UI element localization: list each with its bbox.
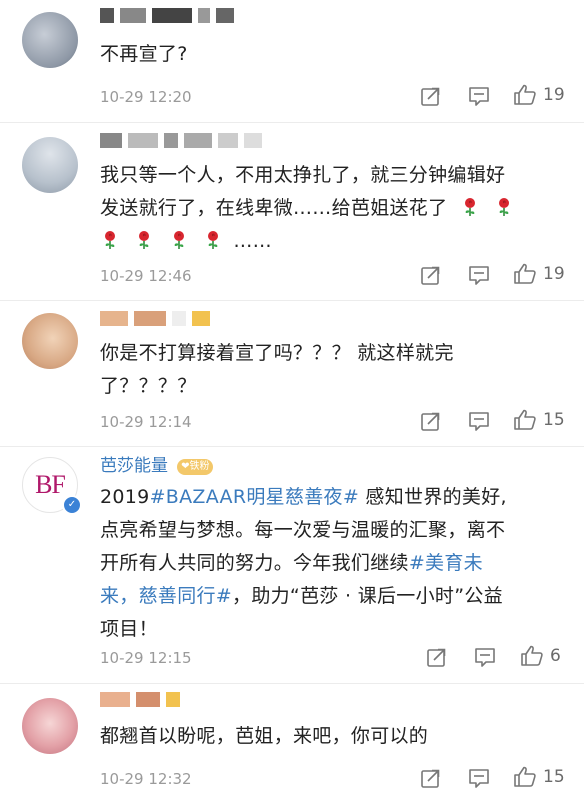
like-icon [513, 408, 537, 432]
hashtag-link[interactable]: 来，慈善同行# [100, 585, 232, 607]
fan-badge: ❤铁粉 [177, 458, 214, 475]
comment-button[interactable] [474, 646, 496, 668]
avatar[interactable] [22, 313, 78, 369]
comment-icon [468, 264, 490, 286]
comment-button[interactable] [468, 767, 490, 789]
brand-logo: BF [35, 470, 66, 499]
share-button[interactable] [420, 410, 442, 432]
like-icon [513, 83, 537, 107]
comment-text: 2019#BAZAAR明星慈善夜# 感知世界的美好, 点亮希望与梦想。每一次爱与… [100, 486, 507, 640]
author-row: 芭莎能量 ❤铁粉 [100, 451, 214, 476]
like-button[interactable]: 6 [520, 644, 561, 668]
comment-button[interactable] [468, 264, 490, 286]
like-button[interactable]: 19 [513, 83, 565, 107]
comment-icon [468, 767, 490, 789]
like-button[interactable]: 15 [513, 765, 565, 789]
comment-text: 我只等一个人，不用太挣扎了，就三分钟编辑好 发送就行了，在线卑微……给芭姐送花了… [100, 159, 568, 258]
like-icon [520, 644, 544, 668]
comment-text: 你是不打算接着宣了吗？？？ 就这样就完 了？？？？ [100, 342, 454, 397]
username-redacted[interactable] [100, 133, 262, 148]
comment-button[interactable] [468, 410, 490, 432]
rose-icon [134, 230, 154, 250]
comment-timestamp: 10-29 12:14 [100, 413, 192, 431]
comment-text: 都翘首以盼呢，芭姐，来吧，你可以的 [100, 725, 429, 747]
comment-timestamp: 10-29 12:32 [100, 770, 192, 788]
avatar[interactable] [22, 698, 78, 754]
avatar[interactable] [22, 12, 78, 68]
like-icon [513, 765, 537, 789]
share-button[interactable] [420, 264, 442, 286]
username-redacted[interactable] [100, 311, 210, 326]
rose-icon [460, 197, 480, 217]
like-count: 15 [543, 767, 565, 787]
comment-item: 不再宣了? 10-29 12:20 19 [0, 0, 584, 123]
username-redacted[interactable] [100, 692, 180, 707]
avatar[interactable] [22, 137, 78, 193]
comment-icon [474, 646, 496, 668]
share-icon [420, 410, 442, 432]
comment-item: 我只等一个人，不用太挣扎了，就三分钟编辑好 发送就行了，在线卑微……给芭姐送花了… [0, 123, 584, 301]
like-count: 15 [543, 410, 565, 430]
comment-item: BF ✓ 芭莎能量 ❤铁粉 2019#BAZAAR明星慈善夜# 感知世界的美好,… [0, 447, 584, 684]
share-button[interactable] [420, 85, 442, 107]
comment-item: 你是不打算接着宣了吗？？？ 就这样就完 了？？？？ 10-29 12:14 15 [0, 301, 584, 447]
share-icon [426, 646, 448, 668]
share-button[interactable] [420, 767, 442, 789]
rose-icon [494, 197, 514, 217]
comment-text: 不再宣了? [100, 43, 188, 65]
comment-icon [468, 410, 490, 432]
share-button[interactable] [426, 646, 448, 668]
like-icon [513, 262, 537, 286]
comment-icon [468, 85, 490, 107]
comment-button[interactable] [468, 85, 490, 107]
comment-timestamp: 10-29 12:20 [100, 88, 192, 106]
author-name[interactable]: 芭莎能量 [100, 456, 168, 476]
share-icon [420, 85, 442, 107]
comment-timestamp: 10-29 12:46 [100, 267, 192, 285]
share-icon [420, 767, 442, 789]
like-button[interactable]: 19 [513, 262, 565, 286]
username-redacted[interactable] [100, 8, 234, 23]
rose-icon [169, 230, 189, 250]
comment-item: 都翘首以盼呢，芭姐，来吧，你可以的 10-29 12:32 15 [0, 684, 584, 804]
comment-timestamp: 10-29 12:15 [100, 649, 192, 667]
like-count: 6 [550, 646, 561, 666]
like-count: 19 [543, 85, 565, 105]
share-icon [420, 264, 442, 286]
hashtag-link[interactable]: #美育未 [409, 552, 483, 574]
like-count: 19 [543, 264, 565, 284]
hashtag-link[interactable]: #BAZAAR明星慈善夜# [150, 486, 360, 508]
rose-icon [100, 230, 120, 250]
rose-icon [203, 230, 223, 250]
verified-badge-icon: ✓ [62, 495, 82, 515]
like-button[interactable]: 15 [513, 408, 565, 432]
